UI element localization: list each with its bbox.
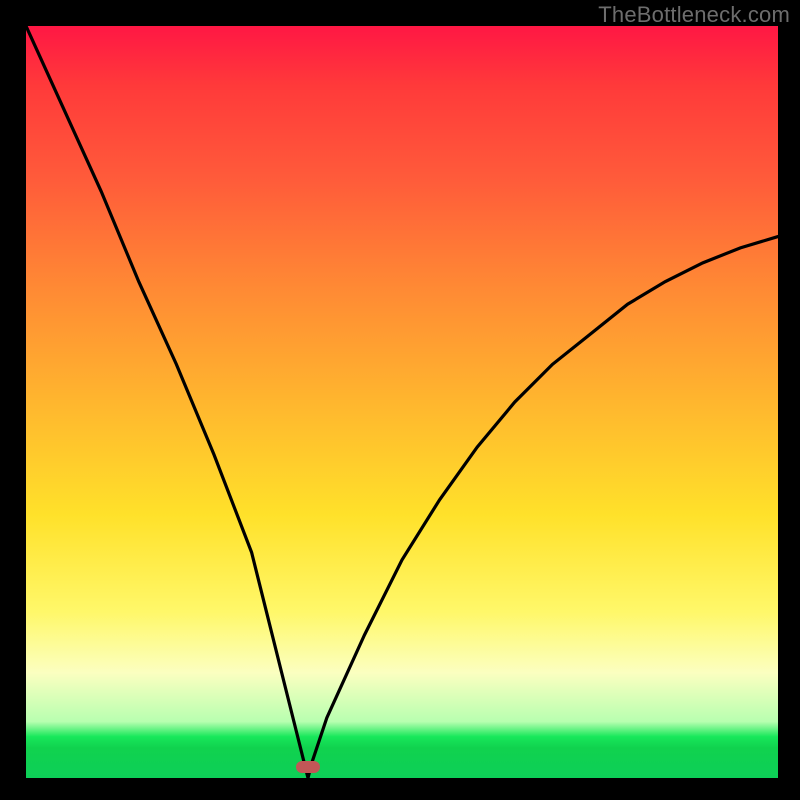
bottleneck-curve [26,26,778,778]
optimum-marker [296,761,320,773]
bottleneck-chart: TheBottleneck.com [0,0,800,800]
watermark-text: TheBottleneck.com [598,2,790,28]
curve-svg [26,26,778,778]
plot-area [26,26,778,778]
